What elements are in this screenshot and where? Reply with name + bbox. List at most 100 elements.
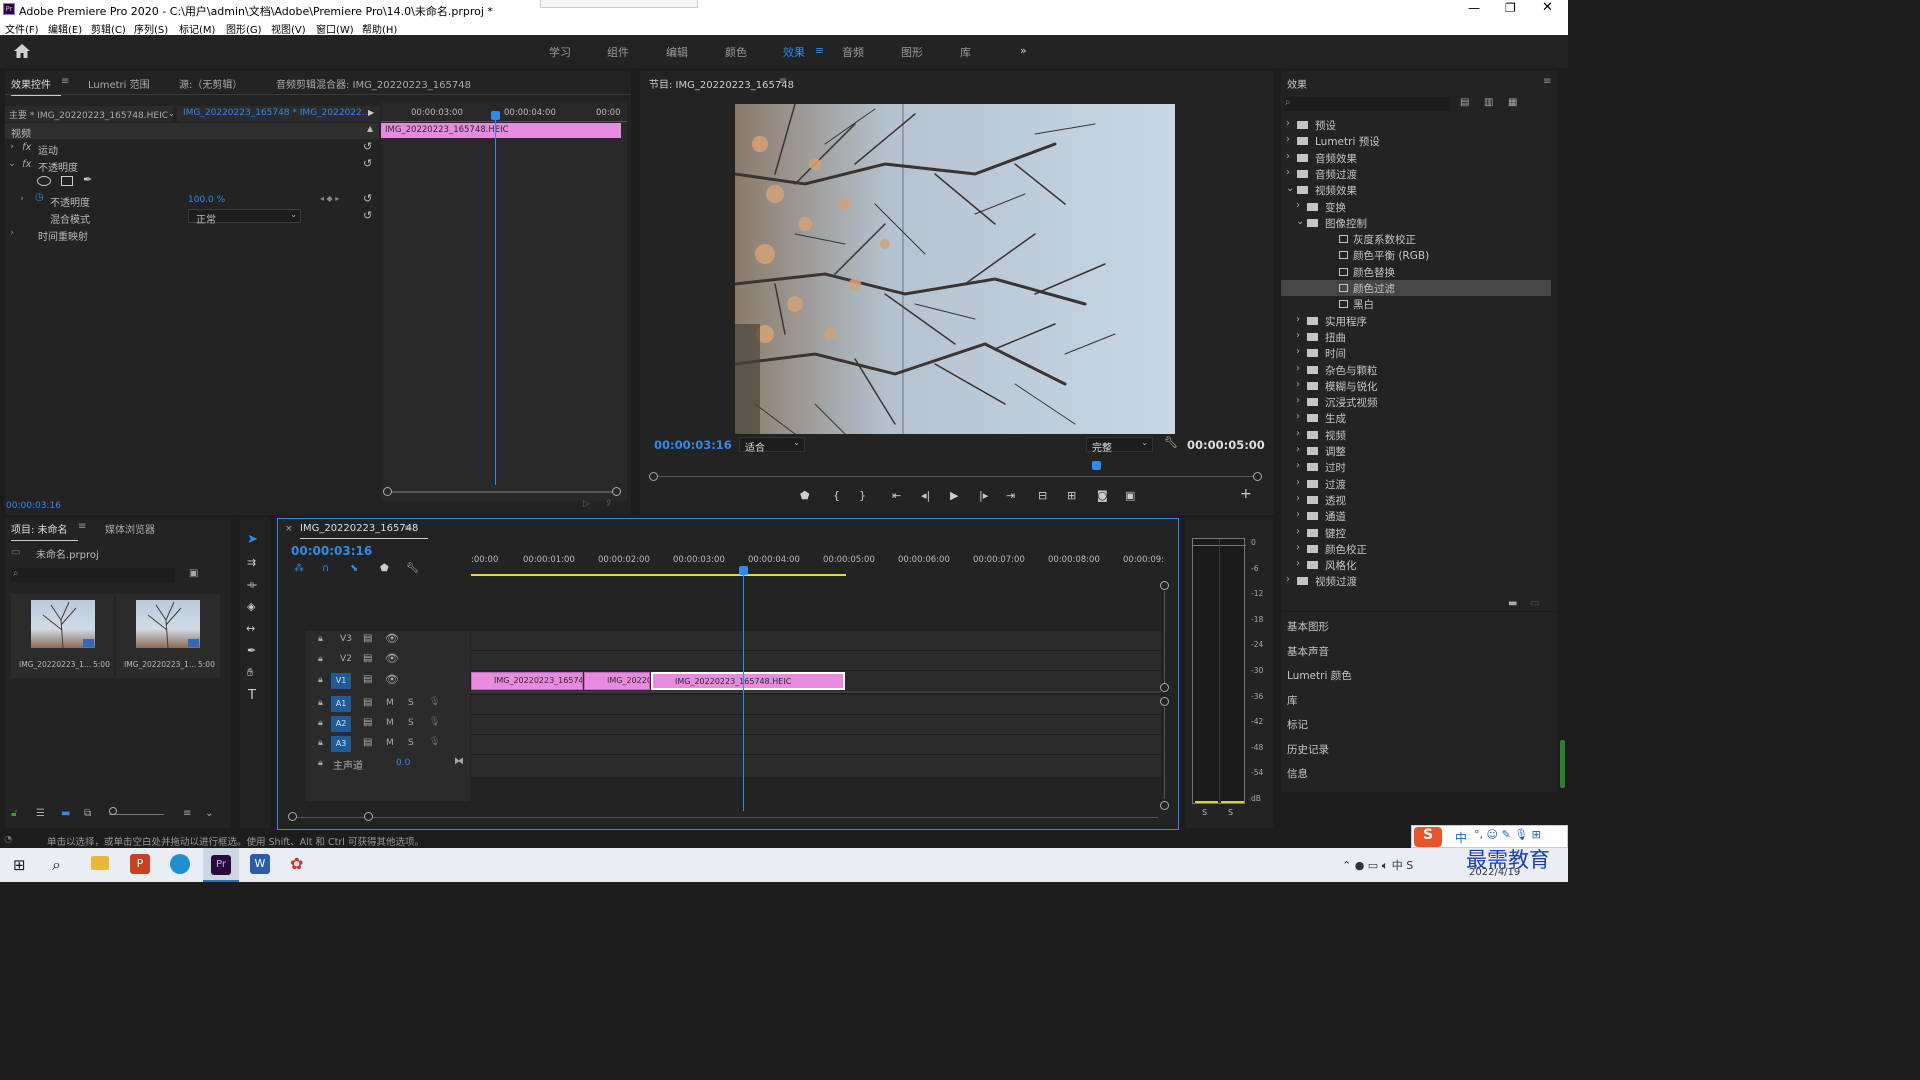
- program-time-ruler[interactable]: [649, 461, 1262, 481]
- effects-tree-item[interactable]: › 过渡: [1281, 476, 1551, 492]
- chevron-right-icon[interactable]: ›: [1296, 363, 1300, 374]
- section-info[interactable]: 信息: [1287, 766, 1308, 781]
- effects-tree-item[interactable]: › 模糊与锐化: [1281, 378, 1551, 394]
- delete-icon[interactable]: ▭: [1530, 598, 1539, 609]
- effects-tree-item[interactable]: 灰度系数校正: [1281, 231, 1551, 247]
- effects-tree-item[interactable]: › 视频过渡: [1281, 573, 1551, 589]
- ec-timecode[interactable]: 00:00:03:16: [6, 501, 61, 511]
- effects-tree-item[interactable]: › 颜色校正: [1281, 541, 1551, 557]
- panel-menu-icon[interactable]: ≡: [61, 76, 69, 87]
- project-search-input[interactable]: ⌕: [11, 568, 175, 582]
- title-search-box[interactable]: [540, 0, 698, 8]
- project-item[interactable]: IMG_20220223_1... 5:00: [116, 594, 220, 678]
- list-view-icon[interactable]: ☰: [36, 808, 45, 819]
- chevron-right-icon[interactable]: ›: [1286, 574, 1290, 585]
- ec-playhead[interactable]: [495, 113, 496, 485]
- effect-time-remapping[interactable]: › 时间重映射: [5, 226, 379, 243]
- work-area-bar[interactable]: [471, 574, 846, 576]
- maximize-button[interactable]: ❐: [1505, 1, 1516, 15]
- tab-source[interactable]: 源:（无剪辑）: [179, 76, 242, 91]
- tab-effect-controls[interactable]: 效果控件: [11, 76, 61, 96]
- menu-view[interactable]: 视图(V): [271, 21, 306, 36]
- effects-tree-item[interactable]: › Lumetri 预设: [1281, 133, 1551, 149]
- add-marker-icon[interactable]: ⬟: [380, 563, 389, 574]
- panel-menu-icon[interactable]: ≡: [1543, 76, 1551, 87]
- effects-tree-item[interactable]: › 键控: [1281, 525, 1551, 541]
- rectangle-mask-icon[interactable]: [61, 176, 73, 186]
- effects-tree-item[interactable]: › 实用程序: [1281, 313, 1551, 329]
- timeline-clip[interactable]: IMG_20220: [584, 672, 650, 690]
- project-item[interactable]: IMG_20220223_1... 5:00: [11, 594, 114, 678]
- slip-tool-icon[interactable]: ↔: [246, 622, 255, 635]
- workspace-assembly[interactable]: 组件: [607, 44, 629, 60]
- pen-tool-icon[interactable]: ✒: [247, 644, 256, 657]
- menu-graphics[interactable]: 图形(G): [226, 21, 262, 36]
- menu-window[interactable]: 窗口(W): [316, 21, 354, 36]
- chevron-right-icon[interactable]: ›: [1286, 118, 1290, 129]
- play-icon[interactable]: ▶: [950, 489, 958, 502]
- effects-tree-item[interactable]: › 透视: [1281, 492, 1551, 508]
- minimize-button[interactable]: —: [1468, 1, 1480, 15]
- solo-left-button[interactable]: S: [1202, 808, 1207, 817]
- word-icon[interactable]: W: [250, 854, 270, 874]
- type-tool-icon[interactable]: T: [248, 688, 256, 703]
- section-essential-sound[interactable]: 基本声音: [1287, 644, 1329, 659]
- timeline-settings-icon[interactable]: 🔧︎: [406, 563, 419, 574]
- go-to-in-icon[interactable]: ⇤: [892, 489, 901, 502]
- effects-tree-item[interactable]: › 调整: [1281, 443, 1551, 459]
- section-markers[interactable]: 标记: [1287, 717, 1308, 732]
- linked-selection-icon[interactable]: ∩: [322, 563, 329, 574]
- reset-icon[interactable]: ↺: [363, 192, 372, 205]
- blend-mode-select[interactable]: 正常 ⌄: [188, 209, 301, 226]
- workspace-graphics[interactable]: 图形: [901, 44, 923, 60]
- menu-clip[interactable]: 剪辑(C): [91, 21, 126, 36]
- chevron-right-icon[interactable]: ›: [1296, 411, 1300, 422]
- hand-tool-icon[interactable]: ✋︎: [247, 666, 253, 680]
- premiere-taskbar-icon[interactable]: Pr: [203, 848, 239, 882]
- section-libraries[interactable]: 库: [1287, 693, 1298, 708]
- workspace-audio[interactable]: 音频: [842, 44, 864, 60]
- workspace-menu-icon[interactable]: ≡: [815, 44, 824, 57]
- menu-sequence[interactable]: 序列(S): [134, 21, 168, 36]
- vertical-scroll-handle[interactable]: [1160, 683, 1169, 692]
- tab-sequence[interactable]: IMG_20220223_165748: [300, 523, 429, 539]
- vertical-scroll-handle[interactable]: [1160, 697, 1169, 706]
- tray-icons[interactable]: ⌃ ● ▭ 🔈︎ 中 S: [1342, 857, 1413, 873]
- lift-icon[interactable]: ⊟: [1038, 489, 1047, 502]
- solo-right-button[interactable]: S: [1228, 808, 1233, 817]
- chevron-right-icon[interactable]: ›: [1296, 509, 1300, 520]
- effects-tree-item[interactable]: ⌄ 图像控制: [1281, 215, 1551, 231]
- edge-icon[interactable]: [170, 854, 190, 874]
- chevron-right-icon[interactable]: ›: [1296, 542, 1300, 553]
- accelerated-effects-icon[interactable]: ▤: [1460, 97, 1469, 108]
- opacity-value[interactable]: 100.0 %: [188, 195, 225, 205]
- effects-tree-item[interactable]: › 生成: [1281, 410, 1551, 426]
- chevron-down-icon[interactable]: ⌄: [1296, 216, 1304, 227]
- chevron-right-icon[interactable]: ›: [1296, 428, 1300, 439]
- section-essential-graphics[interactable]: 基本图形: [1287, 619, 1329, 634]
- thumbnail-size-slider[interactable]: [109, 814, 164, 815]
- stopwatch-icon[interactable]: ◷: [35, 192, 44, 203]
- powerpoint-icon[interactable]: P: [130, 854, 150, 874]
- tab-media-browser[interactable]: 媒体浏览器: [105, 521, 155, 536]
- effects-tree-item[interactable]: › 视频: [1281, 427, 1551, 443]
- new-bin-search-icon[interactable]: ▣: [189, 568, 198, 579]
- wrench-icon[interactable]: 🔧︎: [1164, 436, 1178, 449]
- effects-tree-item[interactable]: › 扭曲: [1281, 329, 1551, 345]
- menu-marker[interactable]: 标记(M): [179, 21, 215, 36]
- chevron-down-icon[interactable]: ⌄: [205, 808, 213, 819]
- snap-icon[interactable]: ⁂: [294, 563, 304, 574]
- ec-zoom-scrollbar[interactable]: [387, 491, 619, 493]
- new-bin-icon[interactable]: ▬: [1508, 598, 1517, 609]
- effects-tree-item[interactable]: › 风格化: [1281, 557, 1551, 573]
- quality-select[interactable]: 完整 ⌄: [1086, 437, 1153, 454]
- mark-out-icon[interactable]: }: [859, 489, 866, 502]
- export-frame-icon[interactable]: ◙: [1097, 489, 1108, 502]
- 32bit-effects-icon[interactable]: ▥: [1484, 97, 1493, 108]
- effects-tree-item[interactable]: › 沉浸式视频: [1281, 394, 1551, 410]
- file-explorer-icon[interactable]: [91, 856, 109, 870]
- keyframe-nav-icon[interactable]: ◂ ◆ ▸: [320, 194, 339, 203]
- tab-lumetri-scopes[interactable]: Lumetri 范围: [88, 76, 150, 91]
- program-timecode[interactable]: 00:00:03:16: [654, 438, 732, 452]
- track-header-a3[interactable]: 🔒︎ A3 ▤ M S 🎙︎: [306, 735, 470, 754]
